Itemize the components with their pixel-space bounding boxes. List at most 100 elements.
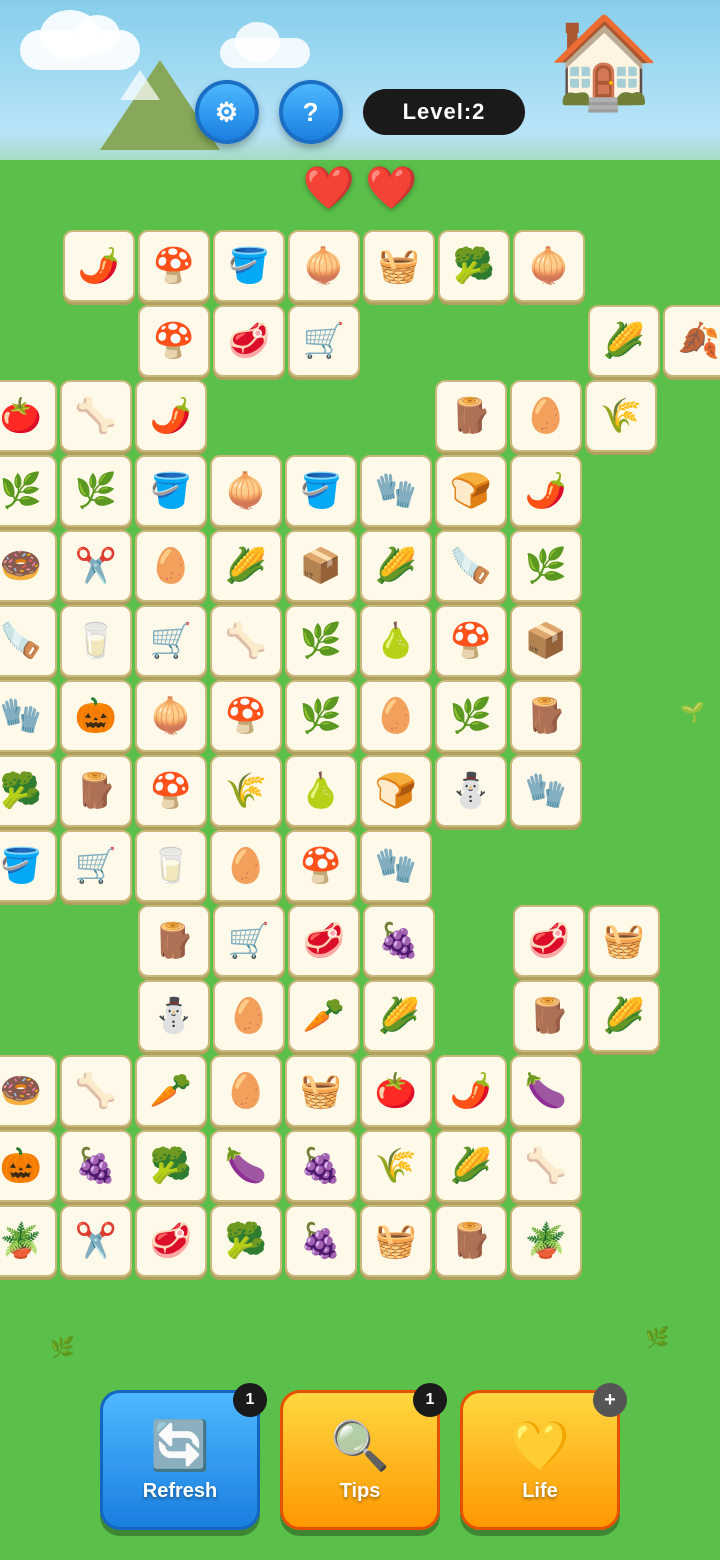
tile[interactable]: 🥩	[213, 305, 285, 377]
tile[interactable]: 🛒	[213, 905, 285, 977]
tile[interactable]: 🛒	[288, 305, 360, 377]
tile[interactable]: 🧅	[288, 230, 360, 302]
tile[interactable]: 🌽	[588, 305, 660, 377]
tile[interactable]: 🍐	[285, 755, 357, 827]
tile[interactable]: 🌶️	[435, 1055, 507, 1127]
tile[interactable]: 🪵	[435, 1205, 507, 1277]
tile[interactable]: 🥚	[210, 1055, 282, 1127]
tile[interactable]: ⛄	[138, 980, 210, 1052]
tile[interactable]: 🪵	[510, 680, 582, 752]
tile[interactable]: 🍩	[0, 1055, 57, 1127]
tile[interactable]: ✂️	[60, 530, 132, 602]
tile[interactable]: 🍞	[360, 755, 432, 827]
tile[interactable]: 🥦	[210, 1205, 282, 1277]
tile[interactable]: 🧅	[513, 230, 585, 302]
tile[interactable]: ⛄	[435, 755, 507, 827]
tile[interactable]: 🍆	[510, 1055, 582, 1127]
tile[interactable]: 🌽	[435, 1130, 507, 1202]
tile[interactable]: 🍞	[435, 455, 507, 527]
tile[interactable]: 🪵	[138, 905, 210, 977]
tile[interactable]: 🧅	[135, 680, 207, 752]
tile[interactable]: 🌿	[285, 605, 357, 677]
tile[interactable]: 🍇	[363, 905, 435, 977]
tile[interactable]: 🪣	[285, 455, 357, 527]
tile[interactable]: 🍄	[285, 830, 357, 902]
tile[interactable]: 🥚	[360, 680, 432, 752]
tile[interactable]: 🥩	[513, 905, 585, 977]
refresh-button[interactable]: 1 🔄 Refresh	[100, 1390, 260, 1530]
tile[interactable]: 🍄	[135, 755, 207, 827]
tile[interactable]: 🍩	[0, 530, 57, 602]
tile[interactable]: 🧤	[360, 830, 432, 902]
tile[interactable]: 🍐	[360, 605, 432, 677]
tile[interactable]: 🌿	[60, 455, 132, 527]
tile[interactable]: 🥕	[288, 980, 360, 1052]
tile[interactable]: 🪣	[135, 455, 207, 527]
tile[interactable]: 🪵	[60, 755, 132, 827]
tile[interactable]: 🪣	[0, 830, 57, 902]
tile[interactable]: 🪚	[0, 605, 57, 677]
tile[interactable]: 🪴	[510, 1205, 582, 1277]
tile[interactable]: 🪵	[435, 380, 507, 452]
tile[interactable]: 🍆	[210, 1130, 282, 1202]
tile[interactable]: 🌶️	[135, 380, 207, 452]
tile[interactable]: 🧺	[363, 230, 435, 302]
tile[interactable]: 🥚	[210, 830, 282, 902]
tile[interactable]: 🌽	[363, 980, 435, 1052]
tile[interactable]: 🥚	[213, 980, 285, 1052]
tile[interactable]: 🦴	[210, 605, 282, 677]
tile[interactable]: 🎃	[60, 680, 132, 752]
tile[interactable]: 🧤	[0, 680, 57, 752]
tile[interactable]: 🍄	[138, 230, 210, 302]
tile[interactable]: 🌿	[285, 680, 357, 752]
tile[interactable]: 🌿	[435, 680, 507, 752]
tile[interactable]: ✂️	[60, 1205, 132, 1277]
tile[interactable]: 🍂	[663, 305, 720, 377]
tile[interactable]: 🌾	[360, 1130, 432, 1202]
tile[interactable]: 🌶️	[510, 455, 582, 527]
tile[interactable]: 🌿	[510, 530, 582, 602]
tile[interactable]: 🪣	[213, 230, 285, 302]
tile[interactable]: 🧺	[360, 1205, 432, 1277]
tile[interactable]: 🌽	[210, 530, 282, 602]
tile[interactable]: 🥛	[135, 830, 207, 902]
tile[interactable]: 🪚	[435, 530, 507, 602]
settings-button[interactable]: ⚙	[195, 80, 259, 144]
tile[interactable]: 🧺	[588, 905, 660, 977]
tile[interactable]: 🌽	[360, 530, 432, 602]
tile[interactable]: 🦴	[60, 1055, 132, 1127]
tile[interactable]: 🌿	[0, 455, 57, 527]
tile[interactable]: 🧤	[510, 755, 582, 827]
tile[interactable]: 🍇	[285, 1205, 357, 1277]
tile[interactable]: 🪵	[513, 980, 585, 1052]
tile[interactable]: 🧅	[210, 455, 282, 527]
tile[interactable]: 🍅	[0, 380, 57, 452]
tile[interactable]: 📦	[285, 530, 357, 602]
tile[interactable]: 🥚	[510, 380, 582, 452]
tile[interactable]: 🥦	[0, 755, 57, 827]
tile[interactable]: 🦴	[510, 1130, 582, 1202]
tile[interactable]: 📦	[510, 605, 582, 677]
tile[interactable]: 🦴	[60, 380, 132, 452]
tile[interactable]: 🥩	[135, 1205, 207, 1277]
tile[interactable]: 🍇	[60, 1130, 132, 1202]
tile[interactable]: 🥦	[135, 1130, 207, 1202]
tile[interactable]: 🌾	[210, 755, 282, 827]
tile[interactable]: 🥩	[288, 905, 360, 977]
tile[interactable]: 🪴	[0, 1205, 57, 1277]
tile[interactable]: 🍄	[138, 305, 210, 377]
help-button[interactable]: ?	[279, 80, 343, 144]
tile[interactable]: 🥛	[60, 605, 132, 677]
life-button[interactable]: + 💛 Life	[460, 1390, 620, 1530]
tile[interactable]: 🎃	[0, 1130, 57, 1202]
tile[interactable]: 🧤	[360, 455, 432, 527]
tile[interactable]: 🍄	[210, 680, 282, 752]
tile[interactable]: 🌶️	[63, 230, 135, 302]
tips-button[interactable]: 1 🔍 Tips	[280, 1390, 440, 1530]
tile[interactable]: 🥦	[438, 230, 510, 302]
tile[interactable]: 🍄	[435, 605, 507, 677]
tile[interactable]: 🍇	[285, 1130, 357, 1202]
tile[interactable]: 🥚	[135, 530, 207, 602]
tile[interactable]: 🧺	[285, 1055, 357, 1127]
tile[interactable]: 🛒	[135, 605, 207, 677]
